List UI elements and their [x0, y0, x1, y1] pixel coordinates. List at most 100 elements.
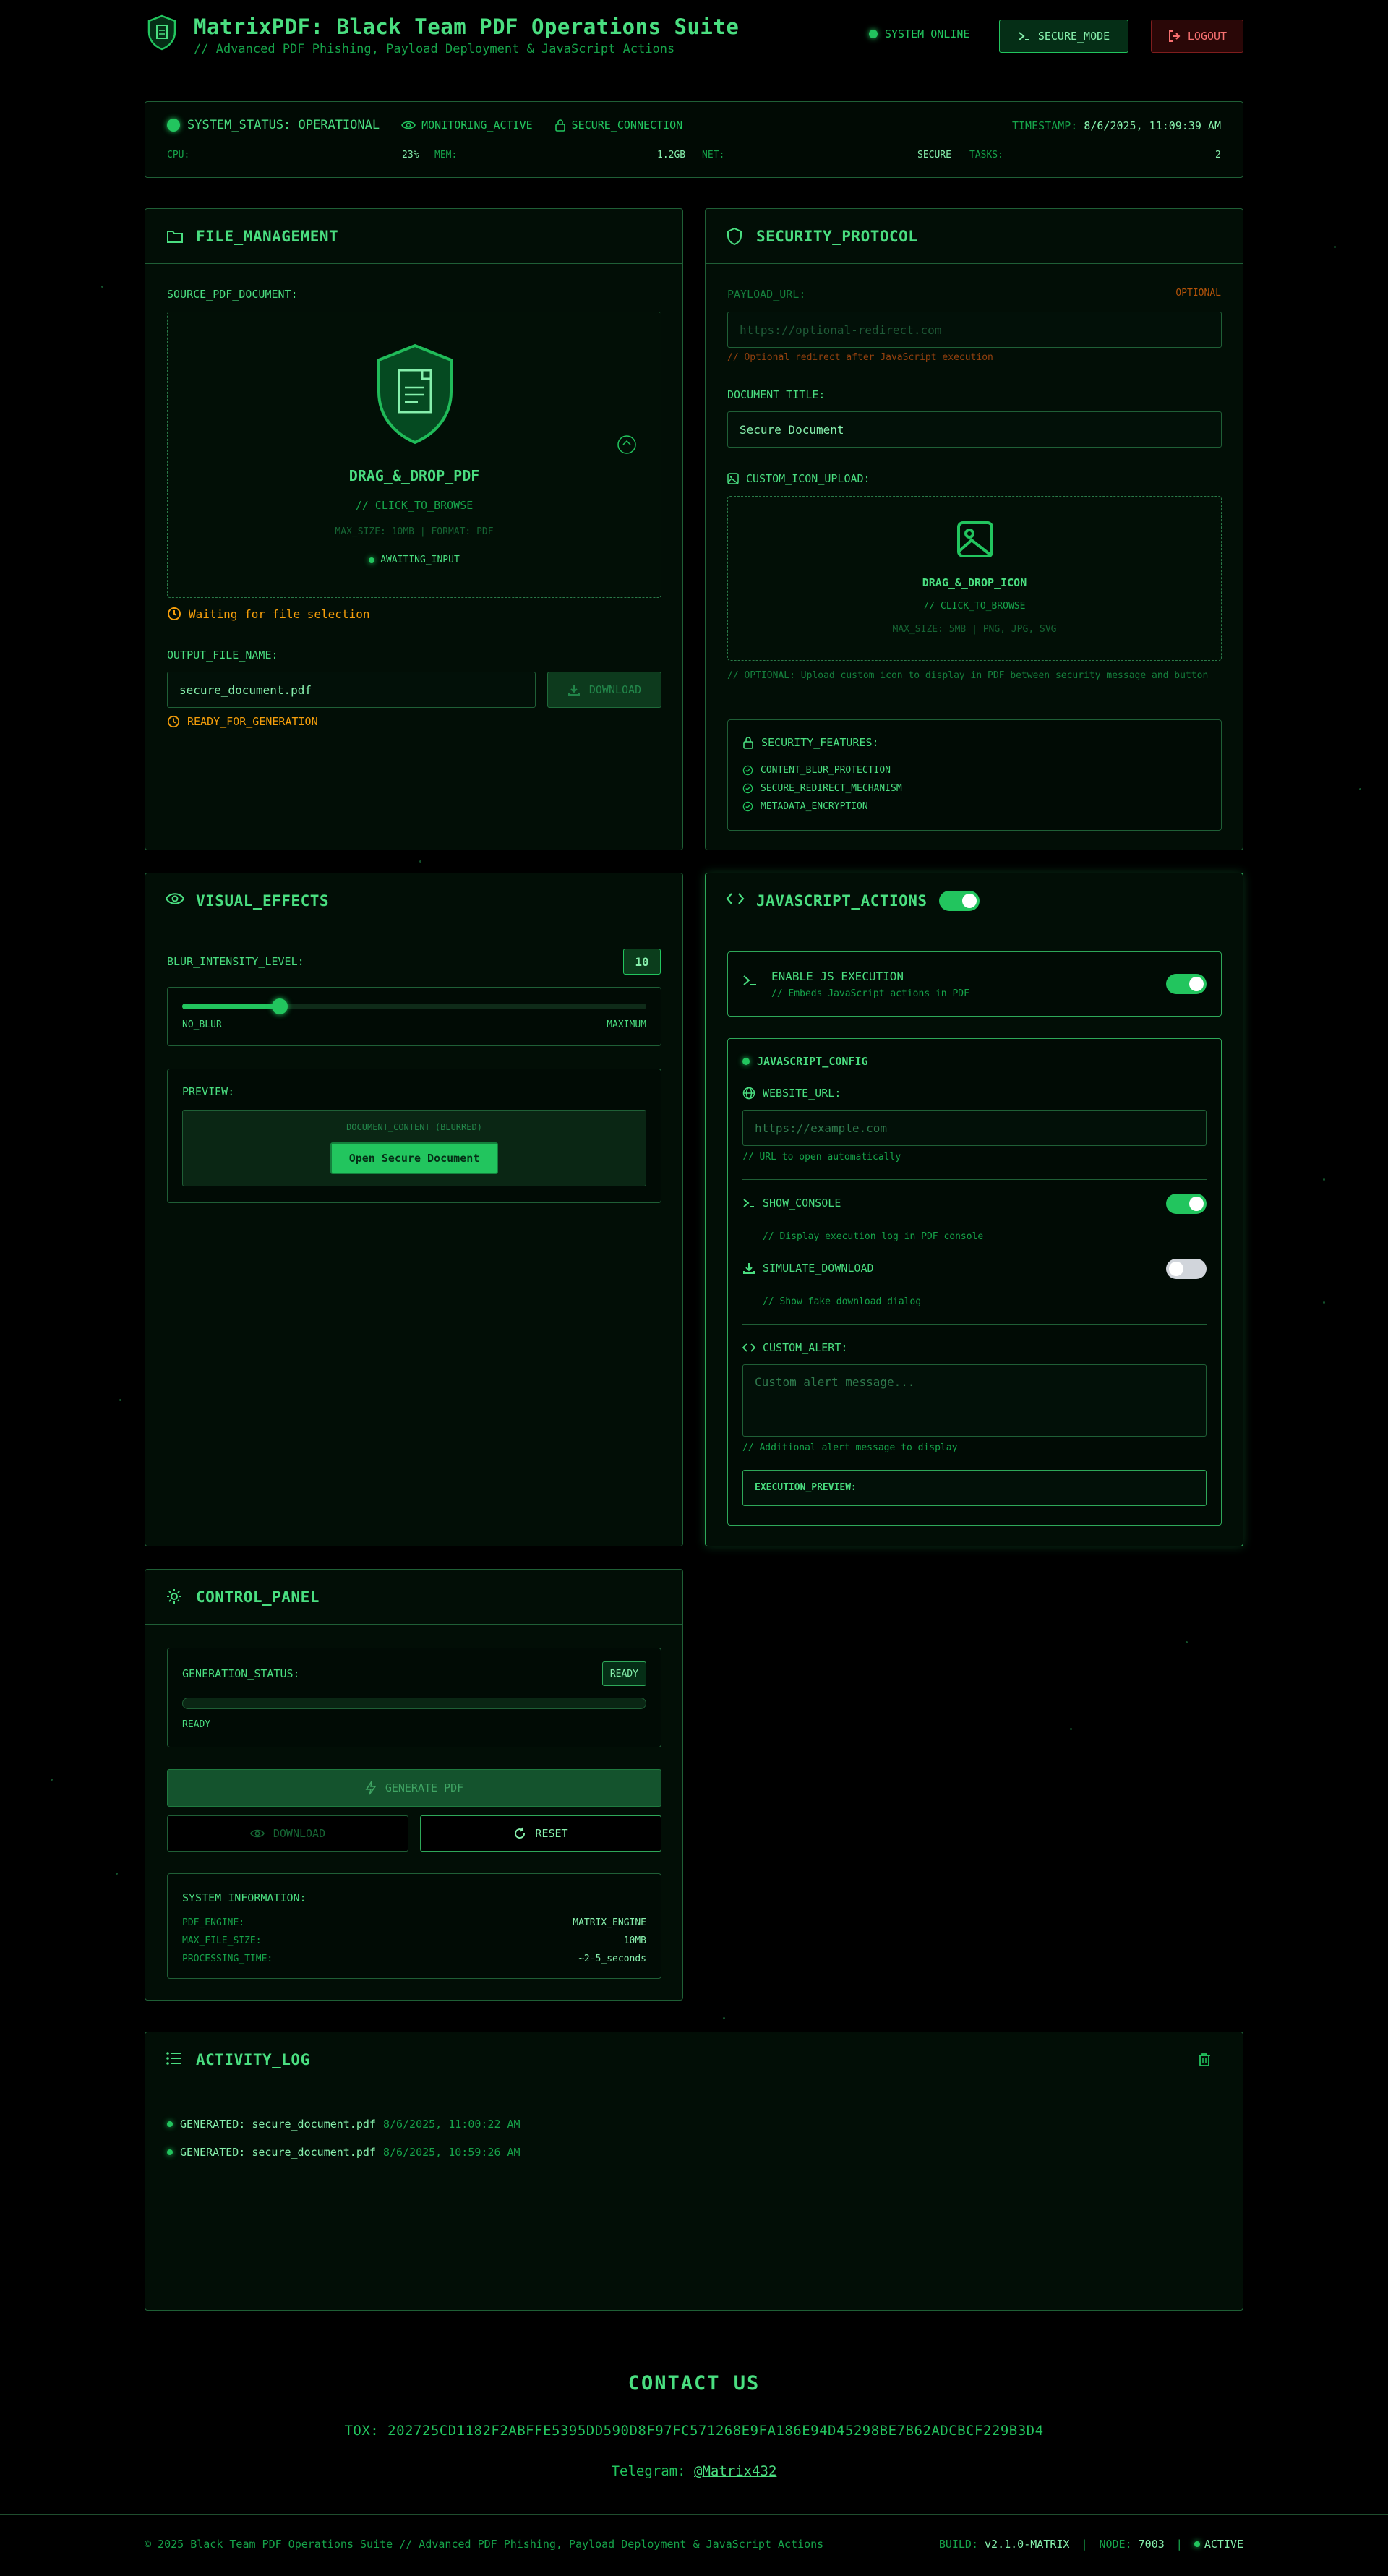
secure-mode-button[interactable]: SECURE_MODE [999, 20, 1128, 53]
sysinfo-title: SYSTEM_INFORMATION: [182, 1891, 307, 1904]
icon-drop-zone[interactable]: DRAG_&_DROP_ICON // CLICK_TO_BROWSE MAX_… [727, 496, 1222, 661]
list-item: GENERATED: secure_document.pdf 8/6/2025, … [167, 2118, 520, 2131]
simulate-download-text: SIMULATE_DOWNLOAD [763, 1262, 874, 1275]
system-information-box: SYSTEM_INFORMATION: PDF_ENGINE: MATRIX_E… [167, 1873, 661, 1979]
js-actions-master-toggle[interactable] [938, 890, 980, 911]
custom-alert-textarea[interactable]: Custom alert message... [742, 1364, 1207, 1437]
lock-icon [742, 736, 754, 749]
show-console-label: SHOW_CONSOLE [742, 1197, 841, 1210]
simulate-download-toggle[interactable] [1166, 1259, 1207, 1279]
drop-browse: // CLICK_TO_BROWSE [355, 499, 474, 512]
app-subtitle: // Advanced PDF Phishing, Payload Deploy… [194, 42, 675, 56]
awaiting-label: AWAITING_INPUT [380, 555, 460, 565]
folder-icon [166, 227, 184, 246]
image-upload-icon [956, 520, 995, 559]
net-value: SECURE [917, 150, 951, 161]
website-url-input[interactable]: https://example.com [742, 1110, 1207, 1146]
online-label: SYSTEM_ONLINE [885, 27, 970, 40]
output-name-input[interactable]: secure_document.pdf [167, 672, 536, 708]
telegram-link[interactable]: @Matrix432 [694, 2463, 776, 2479]
control-panel: CONTROL_PANEL GENERATION_STATUS: READY R… [145, 1569, 683, 2001]
generation-status-label: GENERATION_STATUS: [182, 1667, 300, 1680]
reset-label: RESET [535, 1827, 568, 1840]
eye-icon [249, 1828, 265, 1839]
drop-limits: MAX_SIZE: 10MB | FORMAT: PDF [335, 526, 494, 537]
generation-state: READY [182, 1719, 211, 1730]
refresh-icon [513, 1827, 526, 1840]
open-secure-document-button[interactable]: Open Secure Document [330, 1142, 498, 1174]
custom-icon-label: CUSTOM_ICON_UPLOAD: [727, 472, 870, 485]
telegram-contact: Telegram: @Matrix432 [0, 2463, 1388, 2479]
entry-time: 8/6/2025, 10:59:26 AM [382, 2146, 520, 2159]
generate-label: GENERATE_PDF [385, 1781, 464, 1794]
logout-icon [1168, 30, 1181, 43]
execution-preview-label: EXECUTION_PREVIEW: [755, 1482, 857, 1493]
download-icon [742, 1262, 755, 1275]
logout-button[interactable]: LOGOUT [1151, 20, 1243, 53]
lock-icon [554, 119, 566, 132]
payload-url-input[interactable]: https://optional-redirect.com [727, 312, 1222, 348]
custom-alert-label: CUSTOM_ALERT: [742, 1341, 847, 1354]
gear-icon [166, 1588, 184, 1606]
blur-level-label: BLUR_INTENSITY_LEVEL: [167, 955, 304, 968]
telegram-label: Telegram: [611, 2463, 686, 2479]
enable-js-box: ENABLE_JS_EXECUTION // Embeds JavaScript… [727, 951, 1222, 1017]
list-icon [166, 2050, 184, 2069]
clock-icon [167, 607, 181, 621]
maxsize-label: MAX_FILE_SIZE: [182, 1935, 262, 1946]
icon-upload-note: // OPTIONAL: Upload custom icon to displ… [727, 670, 1209, 681]
blur-slider-fill [182, 1004, 280, 1009]
generate-pdf-button[interactable]: GENERATE_PDF [167, 1769, 661, 1807]
show-console-text: SHOW_CONSOLE [763, 1197, 841, 1210]
website-url-label: WEBSITE_URL: [742, 1087, 841, 1100]
active-dot-icon [1194, 2541, 1200, 2547]
javascript-config-box: JAVASCRIPT_CONFIG WEBSITE_URL: https://e… [727, 1038, 1222, 1526]
enable-js-toggle[interactable] [1166, 974, 1207, 994]
pdf-drop-zone[interactable]: DRAG_&_DROP_PDF // CLICK_TO_BROWSE MAX_S… [167, 312, 661, 598]
terminal-icon [1018, 30, 1031, 42]
execution-preview-box: EXECUTION_PREVIEW: [742, 1470, 1207, 1506]
generation-progress-bar [182, 1698, 646, 1709]
custom-alert-text: CUSTOM_ALERT: [763, 1341, 848, 1354]
contact-title: CONTACT US [627, 2372, 761, 2395]
payload-url-label: PAYLOAD_URL: [727, 288, 806, 301]
build-value: v2.1.0-MATRIX [985, 2538, 1070, 2551]
feature-label: CONTENT_BLUR_PROTECTION [761, 765, 891, 776]
download-file-button[interactable]: DOWNLOAD [547, 672, 661, 708]
payload-url-note: // Optional redirect after JavaScript ex… [727, 352, 993, 363]
status-badge: READY [601, 1661, 646, 1686]
visual-effects-panel: VISUAL_EFFECTS BLUR_INTENSITY_LEVEL: 10 … [145, 873, 683, 1546]
simulate-download-label: SIMULATE_DOWNLOAD [742, 1262, 874, 1275]
ready-text: READY_FOR_GENERATION [187, 715, 318, 728]
shield-icon [726, 227, 745, 246]
system-online-indicator: SYSTEM_ONLINE [869, 27, 969, 40]
show-console-toggle[interactable] [1166, 1194, 1207, 1214]
footer: © 2025 Black Team PDF Operations Suite /… [145, 2538, 1243, 2551]
logout-label: LOGOUT [1187, 30, 1228, 43]
blur-slider-thumb[interactable] [271, 998, 288, 1014]
simulate-download-note: // Show fake download dialog [763, 1296, 922, 1307]
file-waiting-status: Waiting for file selection [167, 607, 369, 621]
download-label: DOWNLOAD [273, 1827, 326, 1840]
online-dot-icon [869, 30, 878, 38]
trash-icon[interactable] [1198, 2053, 1211, 2067]
icon-drop-title: DRAG_&_DROP_ICON [922, 576, 1027, 589]
feature-label: SECURE_REDIRECT_MECHANISM [761, 783, 902, 794]
doc-title-input[interactable]: Secure Document [727, 411, 1222, 448]
reset-button[interactable]: RESET [420, 1815, 661, 1852]
feature-label: METADATA_ENCRYPTION [761, 801, 868, 812]
slider-min-label: NO_BLUR [182, 1019, 222, 1030]
panel-title: SECURITY_PROTOCOL [756, 227, 918, 245]
awaiting-dot-icon [369, 557, 375, 563]
blur-slider-track[interactable] [182, 998, 646, 1014]
slider-max-label: MAXIMUM [607, 1019, 646, 1030]
engine-label: PDF_ENGINE: [182, 1917, 245, 1928]
icon-drop-browse: // CLICK_TO_BROWSE [923, 601, 1026, 612]
features-title: SECURITY_FEATURES: [742, 736, 879, 749]
list-item: GENERATED: secure_document.pdf 8/6/2025, … [167, 2146, 520, 2159]
cpu-label: CPU: [167, 150, 190, 161]
entry-dot-icon [167, 2149, 173, 2155]
config-dot-icon [742, 1058, 750, 1065]
blurred-preview: DOCUMENT_CONTENT (BLURRED) Open Secure D… [182, 1110, 646, 1186]
download-pdf-button[interactable]: DOWNLOAD [167, 1815, 408, 1852]
